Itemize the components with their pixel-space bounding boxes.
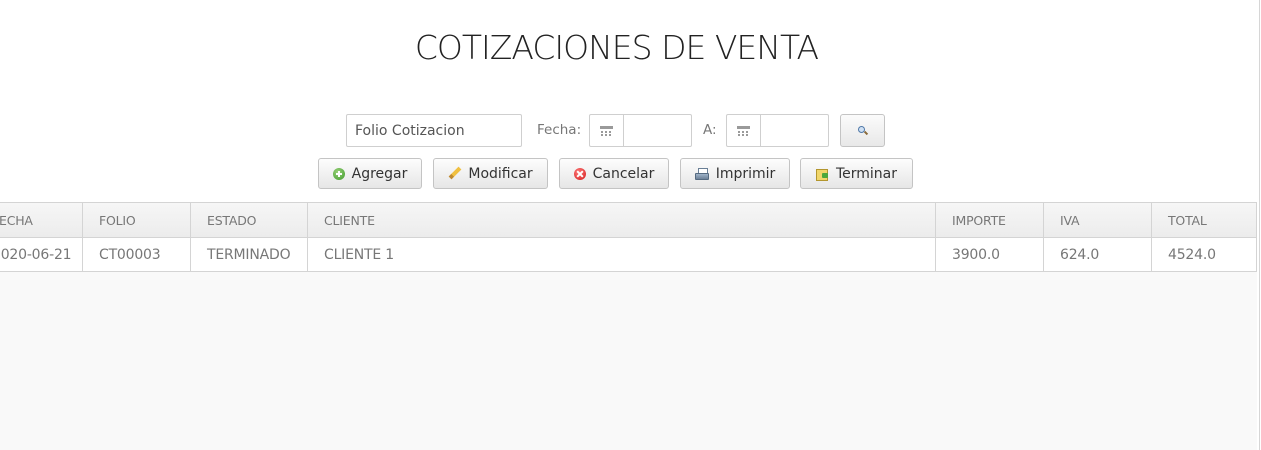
fecha-label: Fecha: <box>537 122 582 138</box>
pencil-icon <box>448 167 461 180</box>
cell-estado: TERMINADO <box>191 238 308 271</box>
cell-iva: 624.0 <box>1044 238 1152 271</box>
a-label: A: <box>703 122 717 138</box>
search-icon <box>858 126 867 135</box>
finish-icon <box>815 168 829 181</box>
modificar-button[interactable]: Modificar <box>433 158 548 189</box>
add-icon <box>332 167 345 180</box>
agregar-button[interactable]: Agregar <box>318 158 422 189</box>
column-header-iva[interactable]: IVA <box>1044 203 1152 237</box>
fecha-hasta-input[interactable] <box>761 115 828 146</box>
agregar-label: Agregar <box>351 165 408 182</box>
column-header-estado[interactable]: ESTADO <box>191 203 308 237</box>
cotizaciones-table: FECHA FOLIO ESTADO CLIENTE IMPORTE IVA T… <box>0 202 1257 450</box>
column-header-folio[interactable]: FOLIO <box>83 203 191 237</box>
page-title: COTIZACIONES DE VENTA <box>414 28 819 67</box>
column-header-importe[interactable]: IMPORTE <box>936 203 1044 237</box>
search-button[interactable] <box>840 114 885 147</box>
folio-search-input[interactable] <box>346 114 522 147</box>
calendar-icon[interactable] <box>590 115 624 146</box>
fecha-desde-input[interactable] <box>624 115 691 146</box>
imprimir-label: Imprimir <box>715 165 776 182</box>
cancel-icon <box>573 167 586 180</box>
fecha-hasta-field[interactable] <box>726 114 829 147</box>
imprimir-button[interactable]: Imprimir <box>680 158 790 189</box>
page: COTIZACIONES DE VENTA Fecha: A: Agregar … <box>0 0 1261 450</box>
fecha-desde-field[interactable] <box>589 114 692 147</box>
table-row[interactable]: 2020-06-21 CT00003 TERMINADO CLIENTE 1 3… <box>0 238 1257 272</box>
calendar-icon[interactable] <box>727 115 761 146</box>
modificar-label: Modificar <box>468 165 533 182</box>
column-header-cliente[interactable]: CLIENTE <box>308 203 936 237</box>
cell-cliente: CLIENTE 1 <box>308 238 936 271</box>
cancelar-label: Cancelar <box>592 165 655 182</box>
printer-icon <box>694 167 709 180</box>
cell-total: 4524.0 <box>1152 238 1257 271</box>
column-header-fecha[interactable]: FECHA <box>0 203 83 237</box>
cell-fecha: 2020-06-21 <box>0 238 83 271</box>
cell-importe: 3900.0 <box>936 238 1044 271</box>
terminar-label: Terminar <box>835 165 898 182</box>
action-toolbar: Agregar Modificar Cancelar Imprimir Term… <box>0 158 1261 191</box>
table-header: FECHA FOLIO ESTADO CLIENTE IMPORTE IVA T… <box>0 203 1257 238</box>
page-divider <box>1259 0 1260 450</box>
cell-folio: CT00003 <box>83 238 191 271</box>
column-header-total[interactable]: TOTAL <box>1152 203 1257 237</box>
terminar-button[interactable]: Terminar <box>800 158 913 189</box>
filter-bar: Fecha: A: <box>0 114 1261 147</box>
cancelar-button[interactable]: Cancelar <box>559 158 669 189</box>
